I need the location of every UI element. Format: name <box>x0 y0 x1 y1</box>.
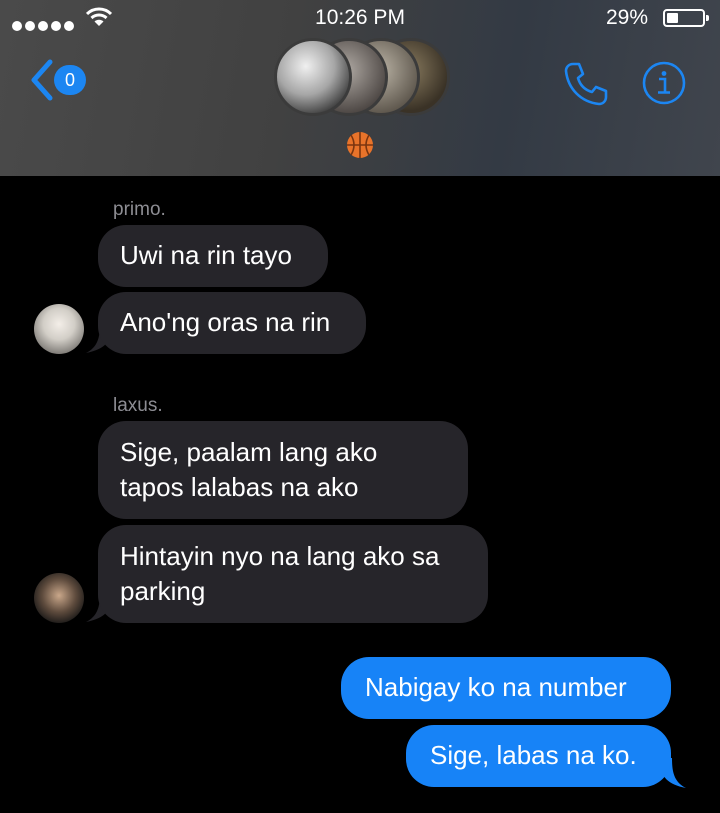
unread-count-badge: 0 <box>54 65 86 95</box>
status-bar: 10:26 PM 29% <box>0 0 720 36</box>
avatar[interactable] <box>34 304 84 354</box>
phone-icon[interactable] <box>563 61 609 107</box>
basketball-icon <box>347 132 373 158</box>
message-bubble-incoming[interactable]: Ano'ng oras na rin <box>98 292 366 354</box>
sender-name: primo. <box>113 199 166 220</box>
message-bubble-incoming[interactable]: Hintayin nyo na lang ako sa parking <box>98 525 488 623</box>
conversation-header: 10:26 PM 29% 0 <box>0 0 720 176</box>
group-avatars[interactable] <box>274 38 454 122</box>
message-bubble-incoming[interactable]: Uwi na rin tayo <box>98 225 328 287</box>
info-icon[interactable] <box>642 61 686 105</box>
back-button[interactable]: 0 <box>28 58 98 102</box>
member-avatar <box>274 38 352 116</box>
battery-percentage: 29% <box>605 6 648 29</box>
message-bubble-incoming[interactable]: Sige, paalam lang ako tapos lalabas na a… <box>98 421 468 519</box>
message-bubble-outgoing[interactable]: Nabigay ko na number <box>341 657 671 719</box>
sender-name: laxus. <box>113 395 163 416</box>
message-bubble-outgoing[interactable]: Sige, labas na ko. <box>406 725 671 787</box>
avatar[interactable] <box>34 573 84 623</box>
battery-icon <box>663 9 709 27</box>
